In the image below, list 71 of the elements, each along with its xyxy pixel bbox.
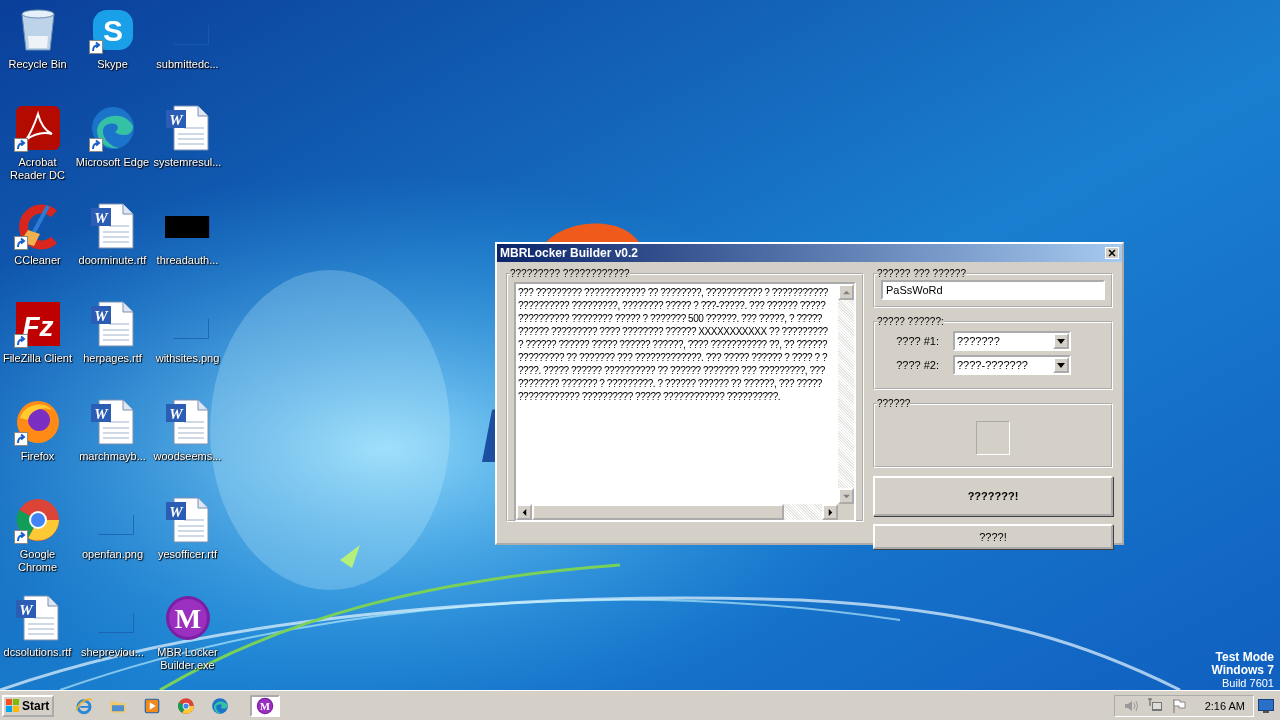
scroll-right-icon[interactable] — [826, 508, 834, 516]
icon-label[interactable]: dcsolutions.rtf — [0, 646, 75, 659]
icon-label[interactable]: Skype — [75, 58, 150, 71]
browser-icon — [75, 696, 93, 715]
media-player-icon — [143, 696, 161, 715]
scroll-up-icon[interactable] — [842, 288, 850, 296]
message-line: ???????????? ?????????? ????? ???????????? ??????????. — [518, 390, 782, 403]
icon-label[interactable]: doorminute.rtf — [75, 254, 150, 267]
system-notice-text: Build 7601 — [1222, 677, 1274, 690]
group-label: ?????? ??? ?????? — [877, 268, 966, 279]
close-icon[interactable] — [1105, 247, 1119, 259]
thumbnail-icon — [98, 613, 135, 634]
message-line: ??? ????????? ???????????? ?? ????????, ??????????? ? ??????????? — [518, 286, 829, 299]
message-line: ????????? ?? ??????? ??? ?????????????. ??? ????? ?????? ? ???? ? ? — [518, 351, 829, 364]
system-notice-text: Windows 7 — [1211, 664, 1274, 677]
caret-icon — [1057, 338, 1065, 344]
icon-label[interactable]: Recycle Bin — [0, 58, 75, 71]
icon-label[interactable]: Google Chrome — [0, 548, 75, 574]
start-button[interactable]: Start — [2, 694, 54, 717]
message-line: ???????? ??????? ? ?????????. ? ?????? ?????? ?? ??????, ??? ????? — [518, 377, 823, 390]
icon-label[interactable]: CCleaner — [0, 254, 75, 267]
system-notice-text: Test Mode — [1215, 651, 1274, 664]
icon-label[interactable]: systemresul... — [150, 156, 225, 169]
taskbar-button[interactable]: M — [250, 694, 280, 717]
message-line: ????. ????? ?????? ?????????? ?? ?????? ??????? ??? ?????????, ??? — [518, 364, 826, 377]
scroll-down-icon[interactable] — [842, 492, 850, 500]
window-title: MBRLocker Builder v0.2 — [500, 246, 639, 260]
sparkle-icon — [340, 545, 360, 568]
icon-label[interactable]: openfan.png — [75, 548, 150, 561]
icon-label[interactable]: MBR Locker Builder.exe — [150, 646, 225, 672]
dropdown[interactable]: ??????? — [953, 331, 1071, 351]
thumbnail-icon — [165, 215, 210, 238]
icon-label[interactable]: FileZilla Client — [0, 352, 75, 365]
caret-icon — [1057, 362, 1065, 368]
browser-icon — [211, 696, 229, 715]
message-line: ? ?????? ?????? ????? ?????? ??????, ???? ??????????? ??, ?? ?????? — [518, 338, 829, 351]
field-label: ???? #1: — [895, 335, 939, 347]
icon-label[interactable]: herpages.rtf — [75, 352, 150, 365]
icon-label[interactable]: yesofficer.rtf — [150, 548, 225, 561]
browser-icon — [177, 696, 195, 715]
clock-text[interactable]: 2:16 AM — [1204, 699, 1245, 712]
scrollbar-thumb[interactable] — [532, 504, 784, 520]
scroll-left-icon[interactable] — [520, 508, 528, 516]
show-desktop-icon[interactable] — [1258, 698, 1274, 713]
field-label: ???? #2: — [895, 359, 939, 371]
build-button[interactable]: ???????! — [873, 476, 1113, 516]
network-icon[interactable] — [1146, 697, 1163, 714]
app-icon: M — [163, 594, 212, 642]
icon-label[interactable]: marchmayb... — [75, 450, 150, 463]
icon-label[interactable]: submittedc... — [150, 58, 225, 71]
group-label: ????? ??????: — [877, 316, 944, 327]
message-line: ?????????? ?????????, ???????? ????? ? ???-?????. ??? ?????? ????? — [518, 299, 827, 312]
group-label: ?????? — [877, 398, 911, 409]
flag-icon[interactable] — [1170, 697, 1187, 714]
password-field[interactable]: PaSsWoRd — [881, 280, 1105, 300]
message-line: ?????? ????????? ???? ???????? ?????? XXXXXXXXXXX ?? ????????? — [518, 325, 829, 338]
windows-logo-icon — [6, 698, 20, 713]
icon-label[interactable]: Firefox — [0, 450, 75, 463]
group-label: ????????? ???????????? — [510, 268, 630, 279]
thumbnail-icon — [173, 319, 210, 340]
icon-preview[interactable] — [976, 420, 1010, 455]
icon-label[interactable]: withsites.png — [150, 352, 225, 365]
dropdown[interactable]: ????-??????? — [953, 355, 1071, 375]
icon-label[interactable]: Acrobat Reader DC — [0, 156, 75, 182]
app-icon: M — [256, 696, 274, 715]
icon-label[interactable]: threadauth... — [150, 254, 225, 267]
thumbnail-icon — [98, 515, 135, 536]
icon-label[interactable]: Microsoft Edge — [75, 156, 150, 169]
action-button[interactable]: ????! — [873, 524, 1113, 549]
message-line: ?????????? ???????? ????? ? ??????? 500 ??????. ??? ?????, ? ????? — [518, 312, 823, 325]
scrollbar-corner — [838, 504, 854, 520]
